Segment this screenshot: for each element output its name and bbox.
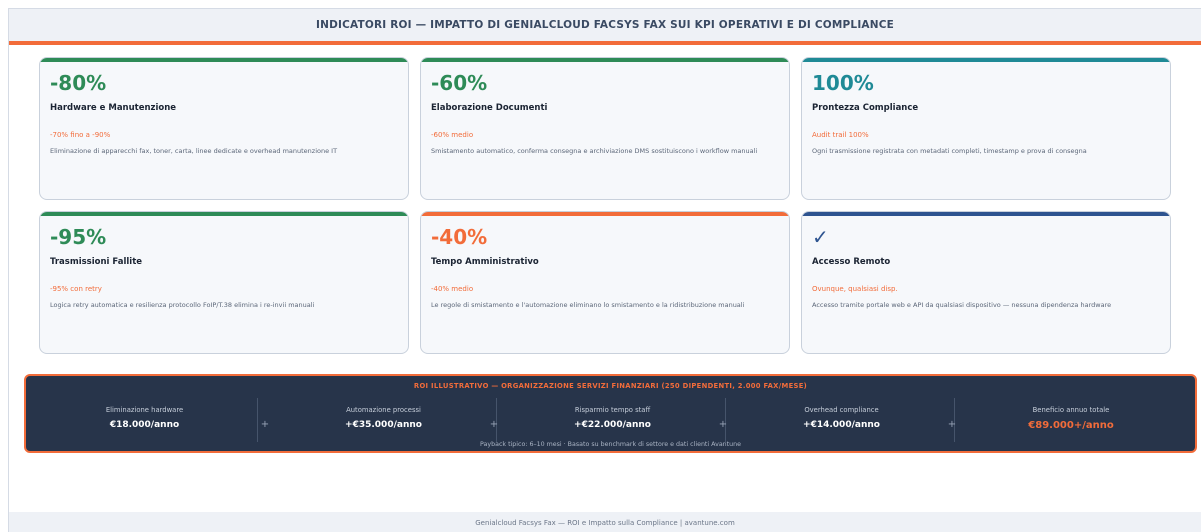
- kpi-subtitle: -70% fino a -90%: [50, 131, 111, 139]
- roi-item-label: Risparmio tempo staff: [574, 406, 651, 414]
- roi-item-value: €18.000/anno: [109, 420, 180, 430]
- plus-icon: +: [489, 419, 499, 430]
- kpi-description: Smistamento automatico, conferma consegn…: [431, 147, 758, 155]
- kpi-title: Accesso Remoto: [812, 257, 891, 267]
- card-accent-bar: [802, 58, 1170, 62]
- page-footer: Genialcloud Facsys Fax — ROI e Impatto s…: [9, 512, 1201, 532]
- roi-item-label: Eliminazione hardware: [105, 406, 184, 414]
- kpi-card-hardware: -80% Hardware e Manutenzione -70% fino a…: [39, 57, 409, 200]
- kpi-description: Le regole di smistamento e l'automazione…: [431, 301, 745, 309]
- plus-icon: +: [947, 419, 957, 430]
- kpi-title: Hardware e Manutenzione: [50, 103, 177, 113]
- kpi-card-compliance: 100% Prontezza Compliance Audit trail 10…: [801, 57, 1171, 200]
- kpi-value: -80%: [50, 71, 107, 95]
- roi-total-value: €89.000+/anno: [1028, 420, 1114, 431]
- card-accent-bar: [421, 212, 789, 216]
- kpi-title: Tempo Amministrativo: [431, 257, 539, 267]
- kpi-subtitle: Ovunque, qualsiasi disp.: [812, 285, 898, 293]
- kpi-subtitle: -40% medio: [431, 285, 474, 293]
- roi-item-total: Beneficio annuo totale €89.000+/anno: [958, 398, 1184, 442]
- roi-title: ROI ILLUSTRATIVO — ORGANIZZAZIONE SERVIZ…: [413, 382, 808, 390]
- plus-icon: +: [260, 419, 270, 430]
- roi-item-label: Beneficio annuo totale: [1032, 406, 1110, 414]
- card-accent-bar: [802, 212, 1170, 216]
- kpi-value: -60%: [431, 71, 488, 95]
- roi-item-value: +€14.000/anno: [803, 420, 880, 430]
- kpi-title: Trasmissioni Fallite: [50, 257, 143, 267]
- roi-summary-panel: ROI ILLUSTRATIVO — ORGANIZZAZIONE SERVIZ…: [24, 374, 1197, 453]
- checkmark-icon: ✓: [812, 225, 829, 249]
- roi-item-automation: Automazione processi +€35.000/anno: [271, 398, 497, 442]
- kpi-card-admin-time: -40% Tempo Amministrativo -40% medio Le …: [420, 211, 790, 354]
- kpi-card-remote-access: ✓ Accesso Remoto Ovunque, qualsiasi disp…: [801, 211, 1171, 354]
- roi-item-label: Automazione processi: [346, 406, 421, 414]
- kpi-title: Elaborazione Documenti: [431, 103, 548, 113]
- kpi-subtitle: Audit trail 100%: [812, 131, 869, 139]
- roi-item-label: Overhead compliance: [804, 406, 879, 414]
- kpi-value: -40%: [431, 225, 488, 249]
- kpi-value: -95%: [50, 225, 107, 249]
- page-title: INDICATORI ROI — IMPATTO DI GENIALCLOUD …: [315, 19, 895, 31]
- kpi-subtitle: -60% medio: [431, 131, 474, 139]
- roi-item-value: +€35.000/anno: [345, 420, 422, 430]
- card-accent-bar: [421, 58, 789, 62]
- roi-item-value: +€22.000/anno: [574, 420, 651, 430]
- card-accent-bar: [40, 58, 408, 62]
- page-header: INDICATORI ROI — IMPATTO DI GENIALCLOUD …: [9, 9, 1201, 45]
- roi-item-compliance: Overhead compliance +€14.000/anno: [729, 398, 955, 442]
- kpi-card-failed-transmissions: -95% Trasmissioni Fallite -95% con retry…: [39, 211, 409, 354]
- kpi-description: Accesso tramite portale web e API da qua…: [812, 301, 1112, 309]
- roi-footnote: Payback tipico: 6–10 mesi · Basato su be…: [480, 441, 741, 448]
- card-accent-bar: [40, 212, 408, 216]
- kpi-description: Eliminazione di apparecchi fax, toner, c…: [50, 147, 338, 155]
- kpi-title: Prontezza Compliance: [812, 103, 919, 113]
- footer-text: Genialcloud Facsys Fax — ROI e Impatto s…: [475, 518, 735, 527]
- roi-item-hardware: Eliminazione hardware €18.000/anno: [32, 398, 258, 442]
- kpi-description: Logica retry automatica e resilienza pro…: [50, 301, 315, 309]
- kpi-card-documents: -60% Elaborazione Documenti -60% medio S…: [420, 57, 790, 200]
- page-frame: INDICATORI ROI — IMPATTO DI GENIALCLOUD …: [8, 8, 1201, 532]
- roi-item-staff-time: Risparmio tempo staff +€22.000/anno: [500, 398, 726, 442]
- kpi-subtitle: -95% con retry: [50, 285, 102, 293]
- kpi-description: Ogni trasmissione registrata con metadat…: [812, 147, 1087, 155]
- kpi-value: 100%: [812, 71, 874, 95]
- plus-icon: +: [718, 419, 728, 430]
